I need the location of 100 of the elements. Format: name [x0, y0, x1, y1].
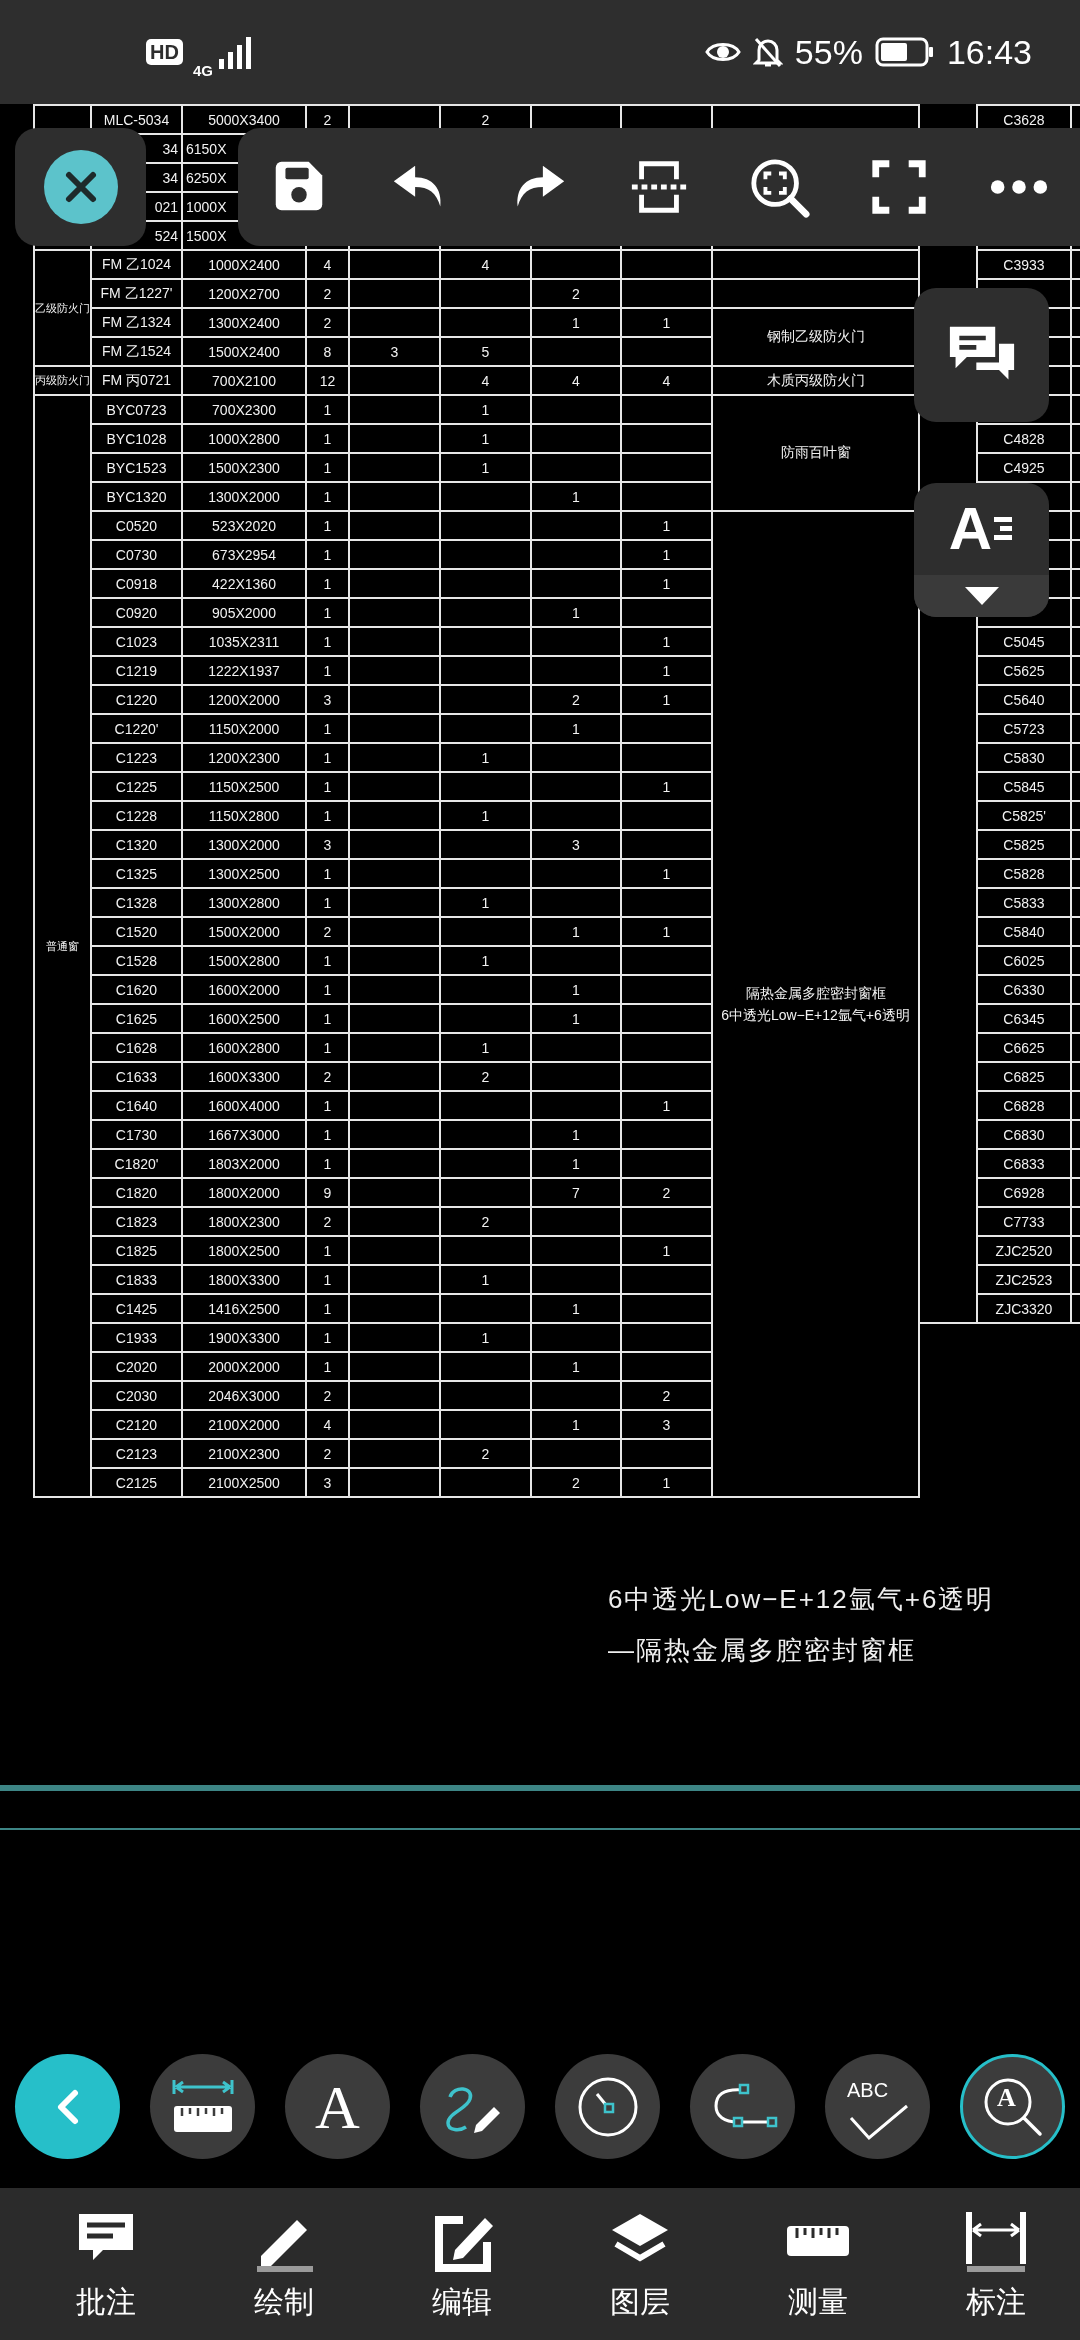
battery-percent: 55%	[794, 32, 863, 72]
table-cell: 4	[440, 250, 531, 279]
table-cell: 2100X2500	[182, 1468, 306, 1497]
table-cell: C1820'	[91, 1149, 182, 1178]
table-cell: 1150X2800	[182, 801, 306, 830]
table-cell: BYC1523	[91, 453, 182, 482]
table-cell: 1500X2300	[182, 453, 306, 482]
table-cell: 9	[306, 1178, 349, 1207]
nav-tab[interactable]: 图层	[551, 2188, 729, 2340]
table-cell: BYC1320	[91, 482, 182, 511]
table-cell: 3	[349, 337, 440, 366]
table-cell: 2	[531, 279, 621, 308]
table-cell: 1900X3300	[182, 1323, 306, 1352]
table-cell: BYC1028	[91, 424, 182, 453]
table-cell: C5625	[977, 656, 1071, 685]
table-cell: 3	[306, 830, 349, 859]
table-cell: 1200X2700	[182, 279, 306, 308]
table-cell: ZJC3320	[977, 1294, 1071, 1323]
nav-tab[interactable]: 标注	[907, 2188, 1080, 2340]
table-cell: 2	[306, 1207, 349, 1236]
table-cell: 1	[306, 1004, 349, 1033]
table-cell: 1	[531, 1294, 621, 1323]
table-cell: 1	[306, 1265, 349, 1294]
table-cell: C5833	[977, 888, 1071, 917]
table-cell: 4	[531, 366, 621, 395]
table-cell: C1328	[91, 888, 182, 917]
table-cell: 1800X2000	[182, 1178, 306, 1207]
table-cell: 3	[306, 685, 349, 714]
table-cell: C6625	[977, 1033, 1071, 1062]
table-cell: 4	[306, 250, 349, 279]
table-cell: C1023	[91, 627, 182, 656]
battery-icon	[874, 37, 935, 67]
table-cell: 1	[531, 1120, 621, 1149]
table-cell: FM 乙1024	[91, 250, 182, 279]
table-cell: C5830	[977, 743, 1071, 772]
nav-tab[interactable]: 绘制	[195, 2188, 373, 2340]
table-cell: 1300X2800	[182, 888, 306, 917]
text-search-tool-button[interactable]: A	[960, 2054, 1065, 2159]
table-cell: 1	[531, 1352, 621, 1381]
table-cell: C1628	[91, 1033, 182, 1062]
table-cell: C1620	[91, 975, 182, 1004]
table-cell: C0520	[91, 511, 182, 540]
table-cell: 1	[531, 1149, 621, 1178]
table-cell: 1150X2000	[182, 714, 306, 743]
table-cell: 673X2954	[182, 540, 306, 569]
table-cell: 1	[306, 627, 349, 656]
table-cell: 2	[306, 1381, 349, 1410]
table-cell: 4	[621, 366, 712, 395]
table-cell: 2	[306, 1062, 349, 1091]
table-cell: 1	[531, 482, 621, 511]
table-cell: C2020	[91, 1352, 182, 1381]
table-cell: 1800X3300	[182, 1265, 306, 1294]
comments-button[interactable]	[914, 288, 1049, 422]
table-cell: C1528	[91, 946, 182, 975]
table-cell: 1	[306, 1120, 349, 1149]
table-cell: C1425	[91, 1294, 182, 1323]
nav-tab[interactable]: 批注	[17, 2188, 195, 2340]
text-style-button[interactable]: A	[914, 483, 1049, 617]
table-cell: 1	[440, 424, 531, 453]
nav-tab[interactable]: 编辑	[373, 2188, 551, 2340]
table-cell: C5045	[977, 627, 1071, 656]
zoom-fit-icon[interactable]	[748, 156, 810, 218]
table-cell: 1600X2500	[182, 1004, 306, 1033]
table-cell: 1	[306, 946, 349, 975]
table-cell: 1000X2800	[182, 424, 306, 453]
table-cell: FM 乙1227'	[91, 279, 182, 308]
annotation-text: —隔热金属多腔密封窗框	[608, 1634, 916, 1667]
table-cell: 3	[531, 830, 621, 859]
table-cell: 1300X2000	[182, 482, 306, 511]
spellcheck-tool-button[interactable]: ABC	[825, 2054, 930, 2159]
table-cell: 1500X2000	[182, 917, 306, 946]
table-cell: 1	[306, 540, 349, 569]
table-cell: 1	[306, 511, 349, 540]
text-tool-button[interactable]: A	[285, 2054, 390, 2159]
table-cell: C1640	[91, 1091, 182, 1120]
table-cell: 1	[531, 917, 621, 946]
table-cell: 1	[440, 395, 531, 424]
table-cell: 422X1360	[182, 569, 306, 598]
table-cell: 1	[306, 743, 349, 772]
table-cell: 1600X2000	[182, 975, 306, 1004]
table-cell: C1325	[91, 859, 182, 888]
note-text: 6中透光Low−E+12氩气+6透明	[720, 1006, 911, 1025]
table-cell: 1600X3300	[182, 1062, 306, 1091]
table-cell: 2	[306, 917, 349, 946]
table-cell: C1825	[91, 1236, 182, 1265]
hd-badge: HD	[146, 39, 183, 65]
table-cell: 1	[306, 569, 349, 598]
table-cell: C1833	[91, 1265, 182, 1294]
table-cell: 1	[306, 888, 349, 917]
table-cell: 1	[440, 1323, 531, 1352]
nav-tab[interactable]: 测量	[729, 2188, 907, 2340]
table-cell: 2046X3000	[182, 1381, 306, 1410]
table-cell: C1933	[91, 1323, 182, 1352]
table-cell: C6833	[977, 1149, 1071, 1178]
table-cell: 2	[306, 279, 349, 308]
table-cell: C1228	[91, 801, 182, 830]
table-cell: 2	[531, 685, 621, 714]
table-cell: 1	[306, 453, 349, 482]
table-cell: 1	[440, 801, 531, 830]
table-cell: 523X2020	[182, 511, 306, 540]
